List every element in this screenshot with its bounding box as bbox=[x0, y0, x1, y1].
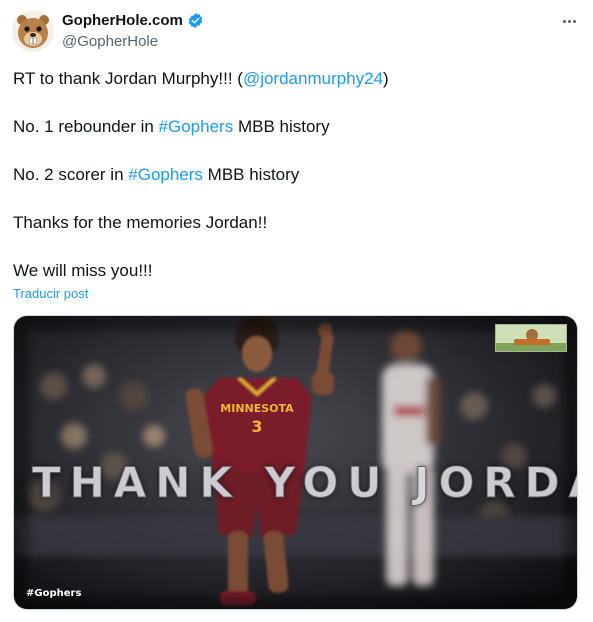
translate-post-link[interactable]: Traducir post bbox=[13, 286, 88, 301]
tweet-line-3: No. 2 scorer in #Gophers MBB history bbox=[13, 163, 299, 187]
tweet-line-1: RT to thank Jordan Murphy!!! (@jordanmur… bbox=[13, 67, 389, 91]
jersey-number-text: 3 bbox=[251, 417, 262, 436]
tweet-text: MBB history bbox=[233, 117, 330, 136]
author-name-row: GopherHole.com bbox=[62, 12, 204, 29]
tweet-line-5: We will miss you!!! bbox=[13, 261, 153, 280]
author-display-name[interactable]: GopherHole.com bbox=[62, 12, 183, 29]
verified-badge-icon bbox=[188, 13, 203, 28]
media-hashtag-text: #Gophers bbox=[26, 588, 82, 599]
tweet-card: GopherHole.com @GopherHole RT to thank J… bbox=[0, 0, 593, 622]
tweet-line-4: Thanks for the memories Jordan!! bbox=[13, 213, 268, 232]
tweet-text: No. 1 rebounder in bbox=[13, 117, 159, 136]
hashtag-link[interactable]: #Gophers bbox=[159, 117, 234, 136]
dot bbox=[562, 19, 566, 23]
tweet-text: No. 2 scorer in bbox=[13, 165, 129, 184]
jersey-team-text: MINNESOTA bbox=[220, 402, 294, 415]
more-options-icon[interactable] bbox=[560, 12, 578, 30]
tweet-media-image[interactable]: MINNESOTA 3 THANK YOU JORDAN! #Gophers bbox=[13, 315, 578, 610]
dot bbox=[572, 19, 576, 23]
hashtag-link[interactable]: #Gophers bbox=[128, 165, 203, 184]
gopher-mascot-icon bbox=[12, 10, 54, 52]
thank-you-overlay-text: THANK YOU JORDAN! bbox=[32, 458, 578, 508]
mention-link[interactable]: @jordanmurphy24 bbox=[243, 69, 383, 88]
dot bbox=[567, 19, 571, 23]
gopherhole-logo-icon bbox=[496, 325, 566, 351]
tweet-line-2: No. 1 rebounder in #Gophers MBB history bbox=[13, 115, 330, 139]
author-handle[interactable]: @GopherHole bbox=[62, 33, 158, 50]
author-avatar[interactable] bbox=[12, 10, 54, 52]
tweet-text: MBB history bbox=[202, 165, 300, 184]
tweet-text: ) bbox=[383, 69, 389, 88]
tweet-text: RT to thank Jordan Murphy!!! ( bbox=[13, 69, 243, 88]
gopherhole-logo-badge bbox=[495, 324, 567, 352]
